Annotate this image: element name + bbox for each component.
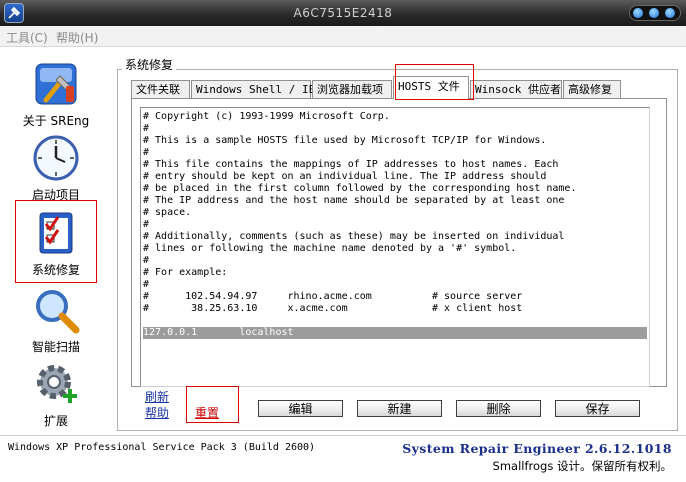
checklist-icon: [32, 209, 80, 257]
menu-help[interactable]: 帮助(H): [56, 29, 98, 46]
close-button[interactable]: [665, 8, 675, 18]
save-button[interactable]: 保存: [555, 400, 640, 417]
selected-host-entry[interactable]: 127.0.0.1 localhost: [143, 327, 647, 339]
minimize-button[interactable]: [633, 8, 643, 18]
menu-tools[interactable]: 工具(C): [6, 29, 48, 46]
refresh-link[interactable]: 刷新: [145, 388, 169, 405]
hosts-line[interactable]: # Copyright (c) 1993-1999 Microsoft Corp…: [143, 111, 647, 123]
hosts-line[interactable]: # This file contains the mappings of IP …: [143, 159, 647, 171]
hosts-line[interactable]: #: [143, 255, 647, 267]
tab-file-association[interactable]: 文件关联: [131, 80, 190, 98]
sidebar-item-label: 智能扫描: [31, 340, 80, 354]
tab-advanced-repair[interactable]: 高级修复: [563, 80, 621, 98]
os-version: Windows XP Professional Service Pack 3 (…: [8, 442, 316, 453]
hosts-line[interactable]: # Additionally, comments (such as these)…: [143, 231, 647, 243]
hosts-line[interactable]: # This is a sample HOSTS file used by Mi…: [143, 135, 647, 147]
hosts-line[interactable]: # space.: [143, 207, 647, 219]
hosts-line[interactable]: # For example:: [143, 267, 647, 279]
tab-winsock-provider[interactable]: Winsock 供应者: [470, 80, 562, 98]
title-bar: A6C7515E2418: [0, 0, 686, 26]
gear-plus-icon: [32, 360, 80, 408]
hosts-line[interactable]: #: [143, 123, 647, 135]
delete-button[interactable]: 删除: [456, 400, 541, 417]
hosts-line[interactable]: # be placed in the first column followed…: [143, 183, 647, 195]
sidebar-item-system-repair[interactable]: 系统修复: [15, 200, 97, 283]
hosts-line[interactable]: #: [143, 219, 647, 231]
maximize-button[interactable]: [649, 8, 659, 18]
sidebar-item-smart-scan[interactable]: 智能扫描: [14, 286, 98, 355]
menu-bar: 工具(C) 帮助(H): [0, 26, 686, 47]
tab-browser-addons[interactable]: 浏览器加载项: [312, 80, 392, 98]
tools-app-icon: [32, 60, 80, 108]
sidebar-item-label: 关于 SREng: [22, 114, 90, 128]
copyright-text: Smallfrogs 设计。保留所有权利。: [492, 459, 672, 473]
hosts-line[interactable]: # 38.25.63.10 x.acme.com # x client host: [143, 303, 647, 315]
sidebar-item-label: 扩展: [43, 414, 68, 428]
tab-hosts-file[interactable]: HOSTS 文件: [393, 76, 469, 99]
sidebar-item-extensions[interactable]: 扩展: [14, 360, 98, 429]
hosts-line[interactable]: # 102.54.94.97 rhino.acme.com # source s…: [143, 291, 647, 303]
hosts-line[interactable]: # lines or following the machine name de…: [143, 243, 647, 255]
edit-button[interactable]: 编辑: [258, 400, 343, 417]
hosts-line[interactable]: # entry should be kept on an individual …: [143, 171, 647, 183]
group-title: 系统修复: [122, 56, 177, 73]
reset-link[interactable]: 重置: [195, 404, 219, 421]
clock-icon: [32, 134, 80, 182]
magnifier-icon: [32, 286, 80, 334]
new-button[interactable]: 新建: [357, 400, 442, 417]
sidebar-item-about[interactable]: 关于 SREng: [14, 60, 98, 129]
status-separator: [0, 435, 686, 436]
window-title: A6C7515E2418: [293, 6, 393, 20]
hosts-line[interactable]: #: [143, 147, 647, 159]
sidebar-item-label: 系统修复: [31, 263, 80, 277]
hosts-line[interactable]: #: [143, 279, 647, 291]
hosts-text: # Copyright (c) 1993-1999 Microsoft Corp…: [143, 111, 647, 339]
window-controls: [629, 5, 681, 21]
hosts-editor[interactable]: # Copyright (c) 1993-1999 Microsoft Corp…: [140, 107, 650, 387]
sidebar-item-startup[interactable]: 启动项目: [14, 134, 98, 203]
product-name: System Repair Engineer 2.6.12.1018: [402, 441, 672, 456]
hosts-line[interactable]: [143, 315, 647, 327]
help-link[interactable]: 帮助: [145, 404, 169, 421]
hosts-line[interactable]: # The IP address and the host name shoul…: [143, 195, 647, 207]
tab-windows-shell-ie[interactable]: Windows Shell / IE: [191, 80, 315, 98]
